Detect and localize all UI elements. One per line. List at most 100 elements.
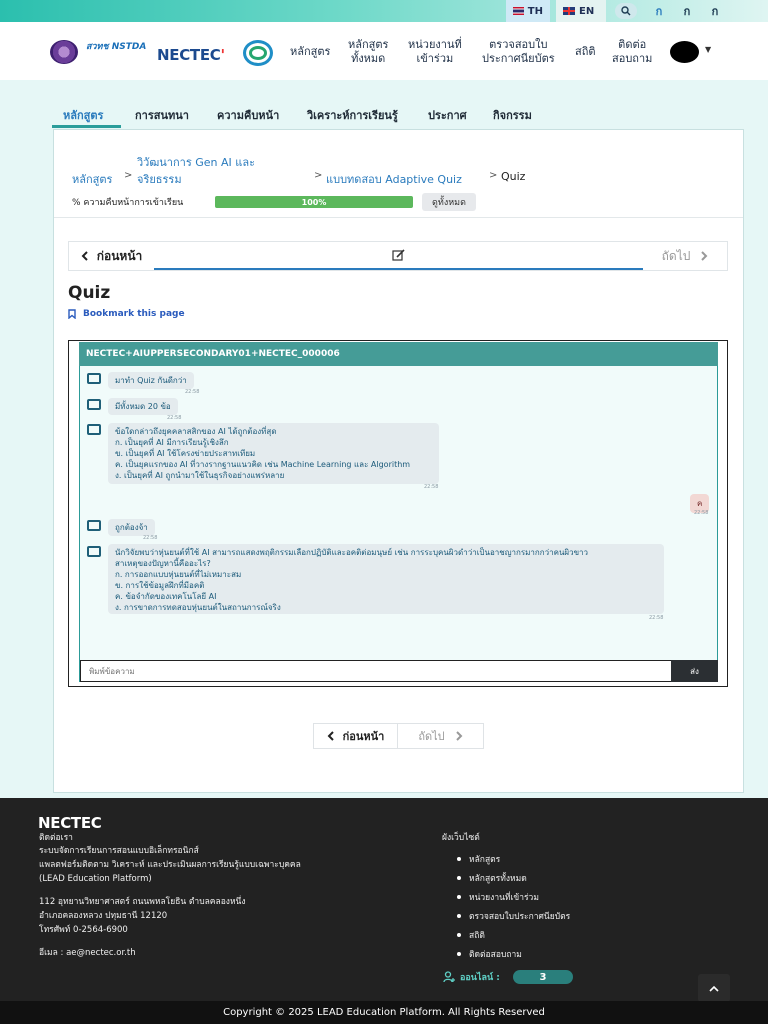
bot-icon: [87, 520, 101, 531]
chat-message: ข้อใดกล่าวถึงยุคคลาสสิกของ AI ได้ถูกต้อง…: [108, 423, 439, 484]
footer-link-partners[interactable]: หน่วยงานที่เข้าร่วม: [457, 890, 539, 904]
nectec-logo-mark: ': [220, 46, 226, 64]
footer-link-label: ติดต่อสอบถาม: [469, 950, 522, 960]
bullet-icon: [457, 857, 461, 861]
bot-icon: [87, 373, 101, 384]
user-menu-caret-icon[interactable]: ▼: [705, 45, 711, 54]
lang-th-label: TH: [527, 5, 543, 17]
footer-contact-title: ติดต่อเรา: [39, 833, 73, 843]
nav-courses[interactable]: หลักสูตร: [290, 45, 330, 59]
bookmark-icon: [68, 309, 76, 319]
online-label: ออนไลน์ :: [460, 973, 500, 983]
bottom-sequence-nav: ก่อนหน้า ถัดไป: [313, 723, 484, 749]
breadcrumb-section[interactable]: แบบทดสอบ Adaptive Quiz: [326, 170, 462, 188]
footer-link-statistics[interactable]: สถิติ: [457, 928, 485, 942]
sequence-next-label: ถัดไป: [661, 248, 691, 263]
bottom-next-button[interactable]: ถัดไป: [398, 724, 483, 748]
ministry-logo[interactable]: [50, 40, 78, 64]
font-size-large-button[interactable]: ก: [704, 0, 726, 22]
footer-link-all-courses[interactable]: หลักสูตรทั้งหมด: [457, 871, 527, 885]
message-time: 22:58: [143, 535, 158, 541]
footer-link-verify-certificate[interactable]: ตรวจสอบใบประกาศนียบัตร: [457, 909, 570, 923]
nstda-logo[interactable]: สวทช NSTDA: [86, 43, 148, 52]
tab-progress[interactable]: ความคืบหน้า: [217, 106, 279, 124]
sequence-next-button[interactable]: ถัดไป: [643, 242, 727, 270]
nav-verify-certificate[interactable]: ตรวจสอบใบ ประกาศนียบัตร: [482, 38, 555, 66]
chevron-left-icon: [327, 731, 334, 741]
bullet-icon: [457, 876, 461, 880]
tab-course[interactable]: หลักสูตร: [63, 106, 103, 124]
unit-title: Quiz: [68, 283, 111, 303]
footer-about-line: (LEAD Education Platform): [39, 874, 152, 884]
search-button[interactable]: [615, 3, 637, 19]
footer-about-line: ระบบจัดการเรียนการสอนแบบอิเล็กทรอนิกส์: [39, 846, 199, 856]
nav-all-courses[interactable]: หลักสูตร ทั้งหมด: [348, 38, 388, 66]
footer-address-line: 112 อุทยานวิทยาศาสตร์ ถนนพหลโยธิน ตำบลคล…: [39, 897, 246, 907]
scroll-to-top-button[interactable]: [698, 974, 730, 1002]
breadcrumb-separator-icon: >: [489, 170, 498, 181]
bookmark-button[interactable]: Bookmark this page: [68, 309, 185, 319]
online-count: 3: [513, 970, 573, 984]
thai-flag-icon: [513, 7, 524, 15]
footer-phone: โทรศัพท์ 0-2564-6900: [39, 925, 128, 935]
footer-link-contact[interactable]: ติดต่อสอบถาม: [457, 947, 522, 961]
nav-statistics[interactable]: สถิติ: [575, 45, 596, 59]
search-icon: [621, 6, 631, 16]
bullet-icon: [457, 952, 461, 956]
message-line: ข. เป็นยุคที่ AI ใช้โครงข่ายประสาทเทียม: [115, 449, 256, 458]
bot-icon: [87, 424, 101, 435]
sequence-prev-label: ก่อนหน้า: [96, 248, 143, 263]
message-line: ข้อใดกล่าวถึงยุคคลาสสิกของ AI ได้ถูกต้อง…: [115, 427, 277, 436]
chat-message-input[interactable]: [81, 661, 671, 681]
active-tab-indicator: [52, 125, 121, 128]
bottom-prev-label: ก่อนหน้า: [342, 730, 385, 743]
chat-header: NECTEC+AIUPPERSECONDARY01+NECTEC_000006: [79, 342, 718, 366]
footer-address-line: อำเภอคลองหลวง ปทุมธานี 12120: [39, 911, 168, 921]
chevron-up-icon: [709, 985, 719, 992]
send-button[interactable]: ส่ง: [671, 660, 718, 682]
footer-email[interactable]: อีเมล : ae@nectec.or.th: [39, 946, 136, 960]
tab-discussion[interactable]: การสนทนา: [135, 106, 189, 124]
nectec-logo[interactable]: NECTEC': [157, 46, 225, 64]
font-size-small-button[interactable]: ก: [648, 0, 670, 22]
footer-link-label: ตรวจสอบใบประกาศนียบัตร: [469, 912, 571, 922]
footer-sitemap-title: ผังเว็บไซต์: [442, 833, 480, 843]
footer-link-courses[interactable]: หลักสูตร: [457, 852, 500, 866]
message-line: ง. เป็นยุคที่ AI ถูกนำมาใช้ในธุรกิจอย่าง…: [115, 471, 285, 480]
message-line: ข. การใช้ข้อมูลฝึกที่มีอคติ: [115, 581, 205, 590]
sequence-unit-tab[interactable]: [154, 242, 643, 270]
bullet-icon: [457, 933, 461, 937]
lead-logo[interactable]: [243, 40, 273, 66]
nav-partners[interactable]: หน่วยงานที่ เข้าร่วม: [408, 38, 462, 66]
tab-learning-analytics[interactable]: วิเคราะห์การเรียนรู้: [307, 106, 398, 124]
tab-activities[interactable]: กิจกรรม: [493, 106, 532, 124]
message-time: 22:58: [649, 615, 664, 621]
breadcrumb-home[interactable]: หลักสูตร: [72, 170, 112, 188]
chat-message: ถูกต้องจ้า: [108, 519, 155, 536]
chevron-left-icon: [81, 251, 88, 261]
chat-message: มาทำ Quiz กันดีกว่า: [108, 372, 194, 389]
font-size-medium-button[interactable]: ก: [676, 0, 698, 22]
nectec-logo-text: NECTEC: [157, 46, 221, 64]
bullet-icon: [457, 895, 461, 899]
message-line: ง. การขาดการทดสอบหุ่นยนต์ในสถานการณ์จริง: [115, 603, 281, 612]
breadcrumb-course-line2[interactable]: จริยธรรม: [137, 170, 182, 188]
user-avatar[interactable]: [670, 41, 699, 63]
view-all-progress-button[interactable]: ดูทั้งหมด: [422, 193, 476, 211]
divider: [54, 217, 743, 218]
lang-th-button[interactable]: TH: [506, 0, 550, 22]
nav-contact[interactable]: ติดต่อ สอบถาม: [612, 38, 652, 66]
chat-message: นักวิจัยพบว่าหุ่นยนต์ที่ใช้ AI สามารถแสด…: [108, 544, 664, 614]
breadcrumb-course-line1[interactable]: วิวัฒนาการ Gen AI และ: [137, 153, 255, 171]
lang-en-label: EN: [579, 5, 595, 17]
breadcrumb-separator-icon: >: [314, 170, 323, 181]
sequence-prev-button[interactable]: ก่อนหน้า: [69, 242, 154, 270]
message-line: ก. เป็นยุคที่ AI มีการเรียนรู้เชิงลึก: [115, 438, 229, 447]
bottom-prev-button[interactable]: ก่อนหน้า: [314, 724, 398, 748]
message-line: สาเหตุของปัญหานี้คืออะไร?: [115, 559, 211, 568]
online-users: ออนไลน์ :: [443, 970, 500, 984]
lang-en-button[interactable]: EN: [556, 0, 606, 22]
bot-icon: [87, 546, 101, 557]
tab-announcements[interactable]: ประกาศ: [428, 106, 467, 124]
footer-link-label: หน่วยงานที่เข้าร่วม: [469, 893, 539, 903]
